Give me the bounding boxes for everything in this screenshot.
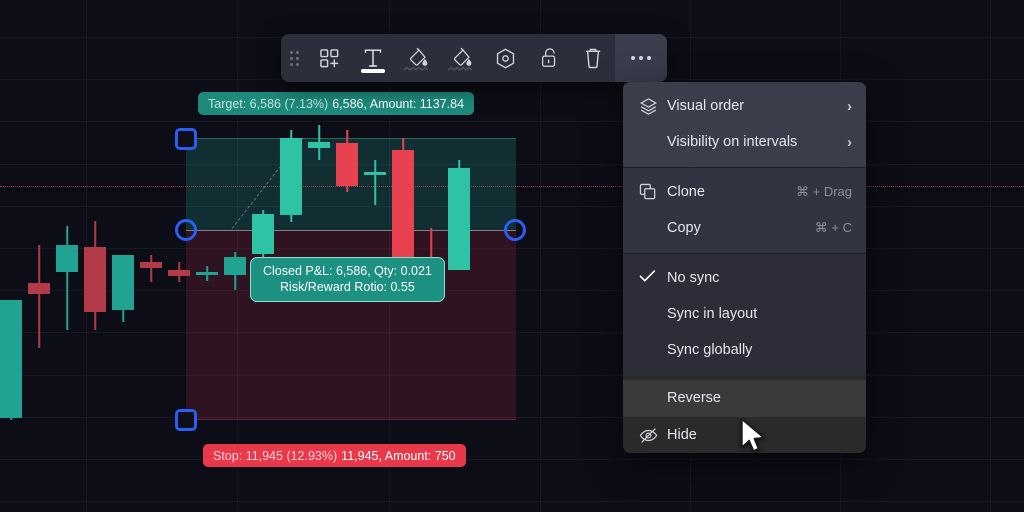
candle (112, 0, 134, 512)
candle (84, 0, 106, 512)
menu-item-shortcut: ⌘ + C (814, 220, 852, 235)
menu-item-sync-in-layout[interactable]: Sync in layout (623, 296, 866, 332)
menu-item-sync-globally[interactable]: Sync globally (623, 332, 866, 368)
candle-body (112, 255, 134, 310)
drawing-toolbar (281, 34, 667, 82)
menu-item-label: No sync (667, 270, 720, 286)
candle-body (252, 214, 274, 254)
candle-body (168, 270, 190, 276)
menu-item-reverse[interactable]: Reverse (623, 380, 866, 416)
menu-item-no-sync[interactable]: No sync (623, 260, 866, 296)
candle (56, 0, 78, 512)
menu-item-clone[interactable]: Clone ⌘ + Drag (623, 174, 866, 210)
menu-item-shortcut: ⌘ + Drag (796, 184, 852, 199)
text-T-icon (364, 49, 382, 67)
menu-item-label: Sync in layout (667, 306, 758, 322)
profit-color-swatch (404, 66, 429, 71)
menu-item-visual-order[interactable]: Visual order › (623, 88, 866, 124)
candle-body (392, 150, 414, 258)
candle (168, 0, 190, 512)
candle (28, 0, 50, 512)
text-tool-active-indicator (361, 69, 385, 73)
menu-item-copy[interactable]: Copy ⌘ + C (623, 210, 866, 246)
candle-body (140, 262, 162, 268)
handle-entry-left[interactable] (175, 219, 197, 241)
handle-entry-right[interactable] (504, 219, 526, 241)
stop-label-value: 11,945, Amount: 750 (341, 448, 456, 463)
delete-button[interactable] (571, 34, 615, 82)
candle-body (448, 168, 470, 270)
candle-body (280, 138, 302, 215)
settings-button[interactable] (483, 34, 527, 82)
menu-item-visibility-on-intervals[interactable]: Visibility on intervals › (623, 124, 866, 160)
check-icon (639, 269, 667, 287)
menu-item-label: Sync globally (667, 342, 753, 358)
candle-body (196, 272, 218, 275)
trading-chart-screen: Target: 6,586 (7.13%) 6,586, Amount: 113… (0, 0, 1024, 512)
loss-color-swatch (448, 66, 473, 71)
trash-icon (585, 48, 601, 69)
chevron-right-icon: › (847, 97, 852, 115)
context-menu-group-order: Visual order › Visibility on intervals › (623, 82, 866, 167)
candle-body (364, 172, 386, 175)
settings-hexagon-icon (496, 48, 514, 68)
handle-top-left[interactable] (175, 128, 197, 150)
chevron-right-icon: › (847, 133, 852, 151)
drag-handle[interactable] (281, 34, 307, 82)
add-template-button[interactable] (307, 34, 351, 82)
gridline-vertical (990, 0, 991, 512)
eye-off-icon (639, 427, 667, 444)
target-label[interactable]: Target: 6,586 (7.13%) 6,586, Amount: 113… (198, 92, 475, 115)
candle-body (56, 245, 78, 272)
stop-label-prefix: Stop: 11,945 (12.93%) (213, 448, 338, 463)
copy-icon (639, 183, 667, 201)
candle-body (84, 247, 106, 312)
candle-wick (374, 160, 376, 205)
target-label-value: 6,586, Amount: 1137.84 (332, 96, 465, 111)
candle-wick (66, 226, 68, 330)
candle-body (28, 283, 50, 294)
candle-body (308, 142, 330, 148)
candle-wick (150, 255, 152, 282)
pnl-tooltip-line1: Closed P&L: 6,586, Qty: 0.021 (263, 264, 432, 278)
candle (252, 0, 274, 512)
pnl-tooltip: Closed P&L: 6,586, Qty: 0.021 Risk/Rewar… (250, 257, 445, 302)
pnl-tooltip-line2: Risk/Reward Rotio: 0.55 (280, 280, 415, 294)
squares-plus-icon (319, 48, 338, 67)
candle (224, 0, 246, 512)
context-menu-group-clipboard: Clone ⌘ + Drag Copy ⌘ + C (623, 168, 866, 253)
three-dots-icon (630, 55, 652, 61)
stop-label[interactable]: Stop: 11,945 (12.93%) 11,945, Amount: 75… (203, 444, 466, 467)
candle-body (224, 257, 246, 275)
menu-item-label: Visual order (667, 98, 745, 114)
candle (0, 0, 22, 512)
candle-body (0, 300, 22, 418)
menu-item-label: Copy (667, 220, 701, 236)
candle-wick (38, 245, 40, 348)
mouse-cursor (741, 418, 765, 452)
context-menu: Visual order › Visibility on intervals ›… (623, 82, 866, 453)
more-options-button[interactable] (615, 34, 667, 82)
menu-item-label: Clone (667, 184, 705, 200)
drag-dots-icon (289, 50, 299, 66)
target-label-prefix: Target: 6,586 (7.13%) (208, 96, 329, 111)
layers-icon (639, 97, 667, 116)
handle-bottom-left[interactable] (175, 409, 197, 431)
candle (196, 0, 218, 512)
profit-color-button[interactable] (395, 34, 439, 82)
unlock-padlock-icon (541, 48, 555, 67)
lock-button[interactable] (527, 34, 571, 82)
loss-color-button[interactable] (439, 34, 483, 82)
candle-body (336, 143, 358, 186)
menu-item-label: Visibility on intervals (667, 134, 798, 150)
candle (140, 0, 162, 512)
context-menu-group-sync: No sync Sync in layout Sync globally (623, 254, 866, 375)
text-tool-button[interactable] (351, 34, 395, 82)
menu-item-label: Reverse (667, 390, 721, 406)
